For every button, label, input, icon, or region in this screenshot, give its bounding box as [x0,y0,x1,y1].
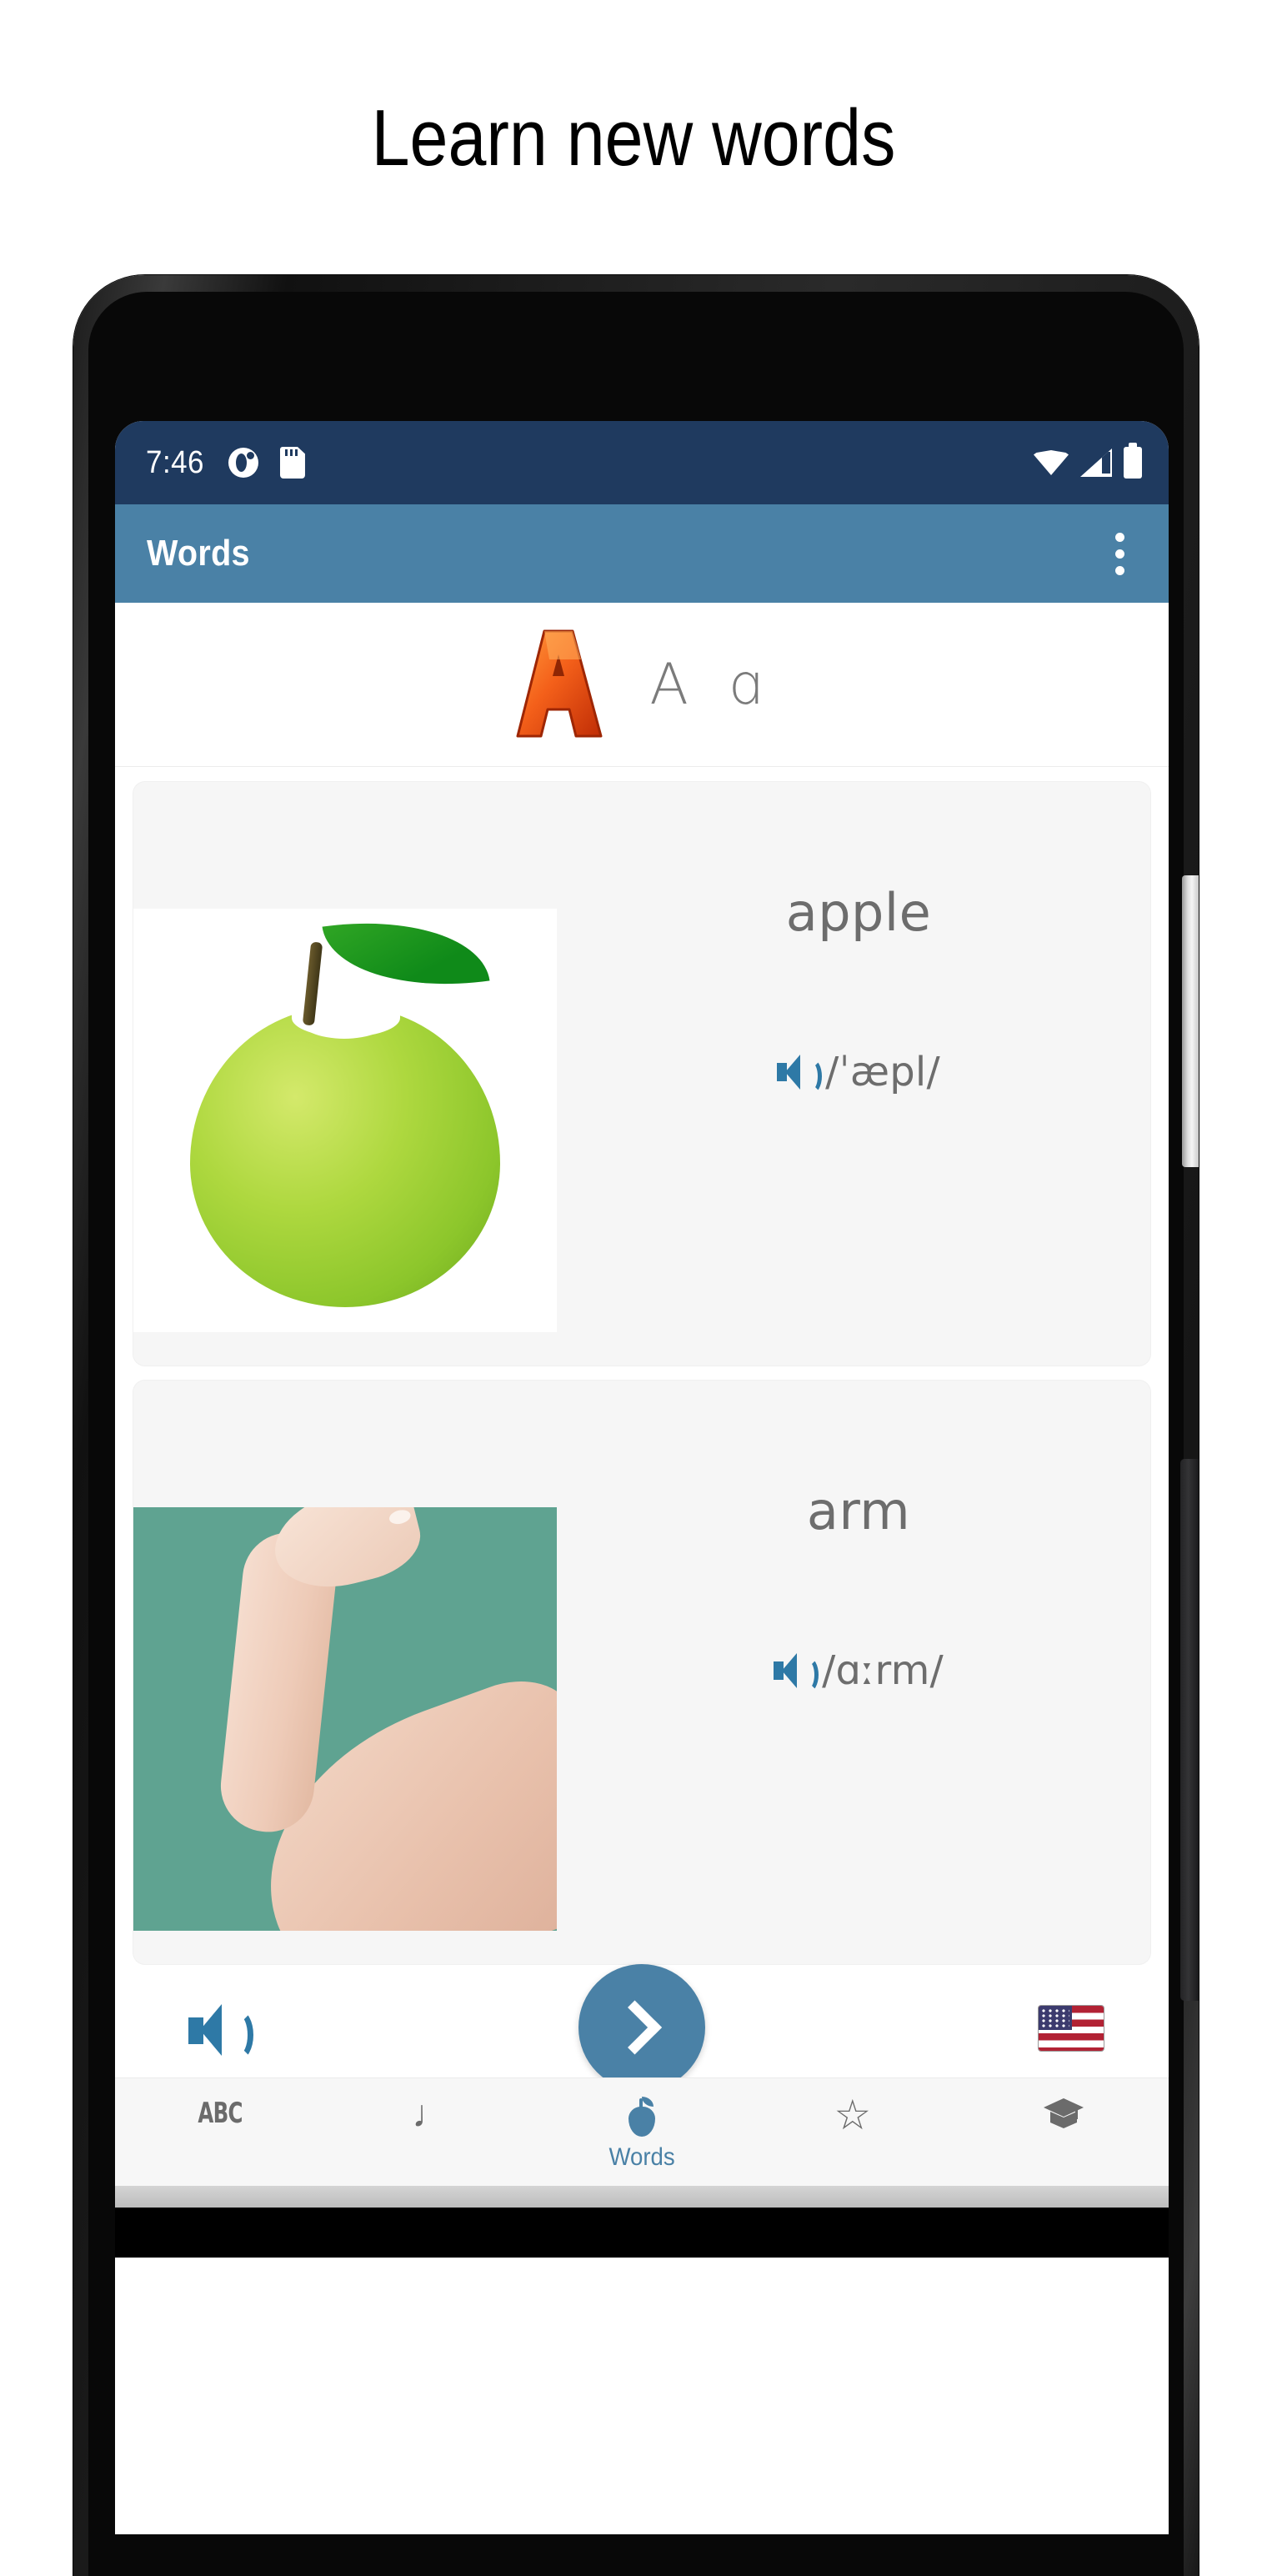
word-card[interactable]: arm /ɑːrm/ [133,1381,1150,1964]
nav-item-label: Words [608,2143,675,2171]
apple-leaf-shape [322,905,490,1003]
speaker-cone [200,2004,222,2056]
nav-item-songs[interactable]: ♩ [326,2092,537,2135]
speaker-cone [785,1055,801,1090]
cellular-signal-icon [1080,449,1112,477]
star-outline-icon: ☆ [834,2092,872,2138]
page-title: Learn new words [371,93,896,183]
chevron-right-icon [607,2000,663,2055]
app-bar: Words [115,504,1169,603]
letter-a-image [511,626,608,743]
overflow-dot [1114,549,1124,559]
phonetic-label: /ɑːrm/ [822,1647,944,1694]
word-label: arm [806,1481,911,1541]
letter-pair-label: A ɑ [649,651,773,718]
next-page-button[interactable] [578,1964,705,2091]
status-bar-right [1034,421,1142,504]
apple-icon [625,2097,659,2137]
phonetic-label: /ˈæpl/ [825,1049,940,1095]
apple-body-shape [190,999,500,1307]
music-note-icon: ♩ [412,2092,451,2135]
speaker-icon[interactable] [777,1055,823,1094]
app-bar-title: Words [147,533,250,574]
speaker-cone [782,1653,798,1688]
apple-leaf-glyph [641,2097,654,2107]
word-label: apple [785,882,932,943]
nav-item-words[interactable]: Words [537,2097,748,2172]
us-flag-icon[interactable] [1039,2006,1104,2051]
nav-item-favorites[interactable]: ☆ [747,2092,958,2138]
power-button[interactable] [1182,875,1199,1167]
word-image-apple[interactable] [133,905,557,1332]
system-gesture-bar [115,2186,1169,2208]
bottom-navigation: ABC ♩ Words ☆ [115,2077,1169,2186]
speaker-wave [225,2010,253,2060]
nav-item-alphabet[interactable]: ABC [115,2097,326,2130]
overflow-menu-button[interactable] [1102,524,1137,584]
word-phonetic-row[interactable]: /ɑːrm/ [600,1647,1117,1694]
battery-icon [1124,443,1142,479]
word-image-arm[interactable] [133,1507,557,1931]
overflow-dot [1114,532,1124,542]
word-card-list: apple /ˈæpl/ arm /ɑːrm/ [115,782,1169,1964]
phone-screen: 7:46 Words A ɑ apple /ˈæpl/ arm /ɑːrm/ A… [115,421,1169,2534]
status-time: 7:46 [146,444,204,480]
nav-item-learn[interactable] [958,2097,1169,2135]
speaker-wave [802,1059,823,1094]
overflow-dot [1114,565,1124,575]
apple-body-glyph [628,2107,655,2137]
speaker-icon[interactable] [774,1653,819,1692]
status-bar-left: 7:46 [143,421,305,504]
play-all-audio-button[interactable] [188,2004,253,2060]
sd-card-icon [279,447,305,479]
word-card[interactable]: apple /ˈæpl/ [133,782,1150,1366]
graduation-cap-icon [1042,2097,1085,2135]
wifi-icon [1034,450,1069,475]
volume-rocker-button[interactable] [1180,1459,1199,2001]
status-bar: 7:46 [115,421,1169,504]
letter-header-row[interactable]: A ɑ [115,603,1169,767]
speaker-wave [799,1657,819,1692]
abc-icon: ABC [198,2097,243,2130]
app-notification-icon [228,448,258,478]
action-bar [115,1964,1169,2091]
system-bottom-black [115,2208,1169,2258]
word-phonetic-row[interactable]: /ˈæpl/ [600,1049,1117,1095]
